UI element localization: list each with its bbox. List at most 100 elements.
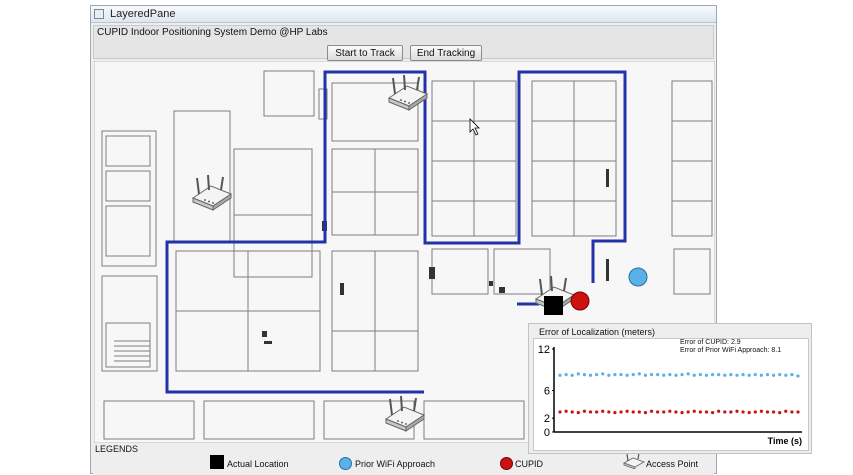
chart-title: Error of Localization (meters) bbox=[539, 327, 656, 337]
prior-error-text: Error of Prior WiFi Approach: 8.1 bbox=[680, 347, 782, 354]
cupid-error-point bbox=[570, 410, 574, 414]
prior-wifi-error-point bbox=[753, 372, 757, 377]
chart-area: Error of CUPID: 2.9 Error of Prior WiFi … bbox=[533, 338, 809, 451]
cupid-error-point bbox=[753, 410, 757, 414]
window-icon bbox=[94, 9, 104, 19]
y-tick-label: 2 bbox=[544, 413, 550, 425]
cupid-error-point bbox=[558, 410, 562, 414]
prior-wifi-error-point bbox=[613, 372, 617, 377]
cupid-error-point bbox=[698, 410, 702, 414]
legend-title: LEGENDS bbox=[95, 444, 139, 454]
prior-wifi-error-point bbox=[735, 373, 739, 377]
cupid-error-point bbox=[680, 411, 684, 415]
prior-wifi-error-point bbox=[729, 372, 733, 377]
prior-wifi-error-point bbox=[576, 372, 580, 376]
cupid-error-point bbox=[723, 410, 727, 414]
cupid-error-text: Error of CUPID: 2.9 bbox=[680, 339, 741, 346]
prior-wifi-error-point bbox=[784, 373, 788, 377]
actual-location-marker bbox=[544, 296, 563, 315]
prior-wifi-error-point bbox=[656, 372, 660, 377]
cupid-error-point bbox=[662, 410, 666, 414]
cupid-error-point bbox=[717, 409, 721, 413]
control-panel: CUPID Indoor Positioning System Demo @HP… bbox=[93, 25, 714, 61]
y-tick-label: 6 bbox=[544, 386, 550, 398]
prior-wifi-error-point bbox=[741, 372, 745, 377]
end-tracking-button[interactable]: End Tracking bbox=[410, 45, 482, 61]
cupid-error-point bbox=[631, 410, 635, 414]
cupid-error-point bbox=[613, 411, 617, 415]
prior-wifi-error-point bbox=[619, 372, 623, 377]
prior-wifi-error-point bbox=[790, 372, 794, 377]
cupid-error-point bbox=[649, 409, 654, 413]
cupid-error-point bbox=[576, 411, 580, 415]
prior-wifi-error-point bbox=[771, 373, 776, 377]
title-bar[interactable]: LayeredPane bbox=[91, 6, 716, 23]
y-tick-label: 12 bbox=[538, 344, 550, 356]
legend-cupid-label: CUPID bbox=[515, 459, 544, 469]
prior-wifi-error-point bbox=[637, 372, 641, 376]
prior-wifi-error-point bbox=[607, 373, 611, 377]
cupid-icon bbox=[500, 457, 513, 470]
prior-wifi-error-point bbox=[595, 372, 599, 377]
prior-wifi-error-point bbox=[631, 372, 635, 377]
cupid-error-point bbox=[637, 410, 641, 414]
cupid-error-point bbox=[643, 411, 648, 415]
prior-wifi-error-point bbox=[564, 372, 568, 377]
legend-ap-label: Access Point bbox=[646, 459, 699, 469]
prior-wifi-error-point bbox=[662, 373, 666, 377]
cupid-error-point bbox=[710, 411, 715, 415]
legend-actual-label: Actual Location bbox=[227, 459, 289, 469]
cupid-error-point bbox=[582, 409, 587, 413]
cupid-error-point bbox=[790, 410, 794, 414]
prior-wifi-icon bbox=[339, 457, 352, 470]
prior-wifi-error-point bbox=[698, 372, 702, 377]
cupid-error-point bbox=[625, 409, 629, 413]
actual-location-icon bbox=[210, 455, 224, 469]
cupid-error-point bbox=[595, 410, 599, 414]
route-path-bottom bbox=[165, 336, 424, 394]
error-chart-svg: 0 2 6 12 Time (s) bbox=[538, 344, 802, 446]
cupid-error-point bbox=[704, 410, 709, 414]
x-axis-label: Time (s) bbox=[768, 436, 802, 446]
prior-wifi-error-point bbox=[668, 372, 672, 377]
cupid-error-point bbox=[564, 409, 568, 413]
prior-wifi-error-point bbox=[692, 373, 696, 377]
prior-wifi-error-point bbox=[582, 372, 587, 377]
cupid-error-point bbox=[747, 411, 751, 415]
error-chart-panel: Error of Localization (meters) Error of … bbox=[528, 323, 812, 454]
start-tracking-button[interactable]: Start to Track bbox=[327, 45, 403, 61]
cupid-error-point bbox=[656, 410, 660, 414]
cupid-estimate-marker bbox=[570, 291, 590, 311]
cupid-error-point bbox=[771, 410, 776, 414]
cupid-error-point bbox=[686, 410, 690, 414]
prior-wifi-estimate-marker bbox=[628, 267, 648, 287]
cupid-error-point bbox=[674, 410, 678, 414]
prior-wifi-error-point bbox=[570, 373, 574, 377]
cupid-error-point bbox=[796, 410, 800, 414]
prior-wifi-error-point bbox=[643, 373, 648, 377]
prior-wifi-error-point bbox=[747, 373, 751, 377]
prior-wifi-error-point bbox=[717, 372, 721, 377]
prior-wifi-error-point bbox=[710, 372, 715, 377]
y-tick-label: 0 bbox=[544, 427, 550, 439]
prior-wifi-error-point bbox=[674, 373, 678, 377]
prior-wifi-error-point bbox=[588, 373, 593, 377]
cupid-error-point bbox=[759, 409, 763, 413]
prior-wifi-error-point bbox=[796, 374, 800, 378]
access-point-icon bbox=[192, 174, 232, 211]
cupid-error-point bbox=[619, 410, 623, 414]
prior-wifi-error-point bbox=[704, 373, 709, 377]
prior-wifi-error-point bbox=[649, 372, 654, 377]
cupid-error-point bbox=[607, 410, 611, 414]
system-title: CUPID Indoor Positioning System Demo @HP… bbox=[97, 27, 328, 38]
legend-prior-label: Prior WiFi Approach bbox=[355, 459, 436, 469]
cupid-error-point bbox=[735, 409, 739, 413]
map-wall-marks bbox=[262, 169, 609, 344]
prior-wifi-error-point bbox=[601, 372, 605, 376]
prior-wifi-error-point bbox=[686, 372, 690, 376]
prior-wifi-error-point bbox=[680, 372, 684, 377]
prior-wifi-error-point bbox=[723, 373, 727, 377]
cupid-error-point bbox=[588, 410, 593, 414]
prior-wifi-error-point bbox=[759, 373, 763, 377]
prior-wifi-error-point bbox=[558, 373, 562, 377]
